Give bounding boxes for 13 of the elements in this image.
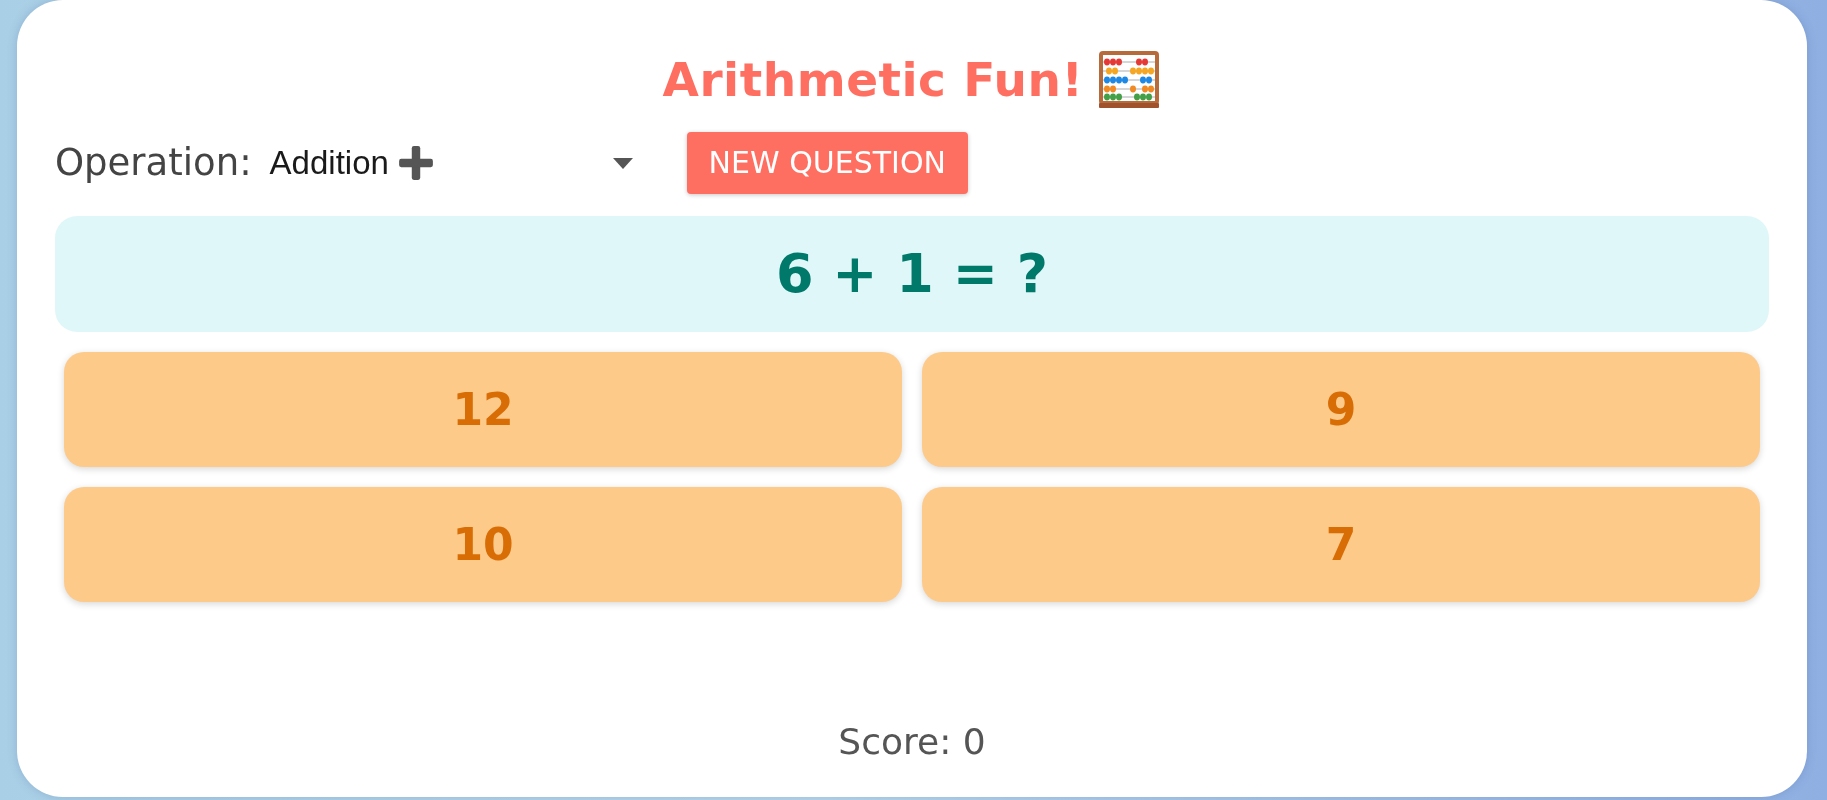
question-text: 6 + 1 = ? <box>775 242 1049 306</box>
answer-button[interactable]: 12 <box>64 352 902 467</box>
operation-label: Operation: <box>55 141 252 185</box>
app-title: Arithmetic Fun! <box>662 52 1084 108</box>
answer-button[interactable]: 9 <box>922 352 1760 467</box>
caret-icon <box>612 157 633 169</box>
score-text: Score: 0 <box>838 720 986 764</box>
answer-button[interactable]: 10 <box>64 487 902 602</box>
abacus-icon <box>1097 50 1162 110</box>
plus-icon <box>396 144 435 182</box>
answer-button[interactable]: 7 <box>922 487 1760 602</box>
operation-select[interactable]: Addition <box>269 138 643 188</box>
new-question-button[interactable]: NEW QUESTION <box>686 132 968 194</box>
